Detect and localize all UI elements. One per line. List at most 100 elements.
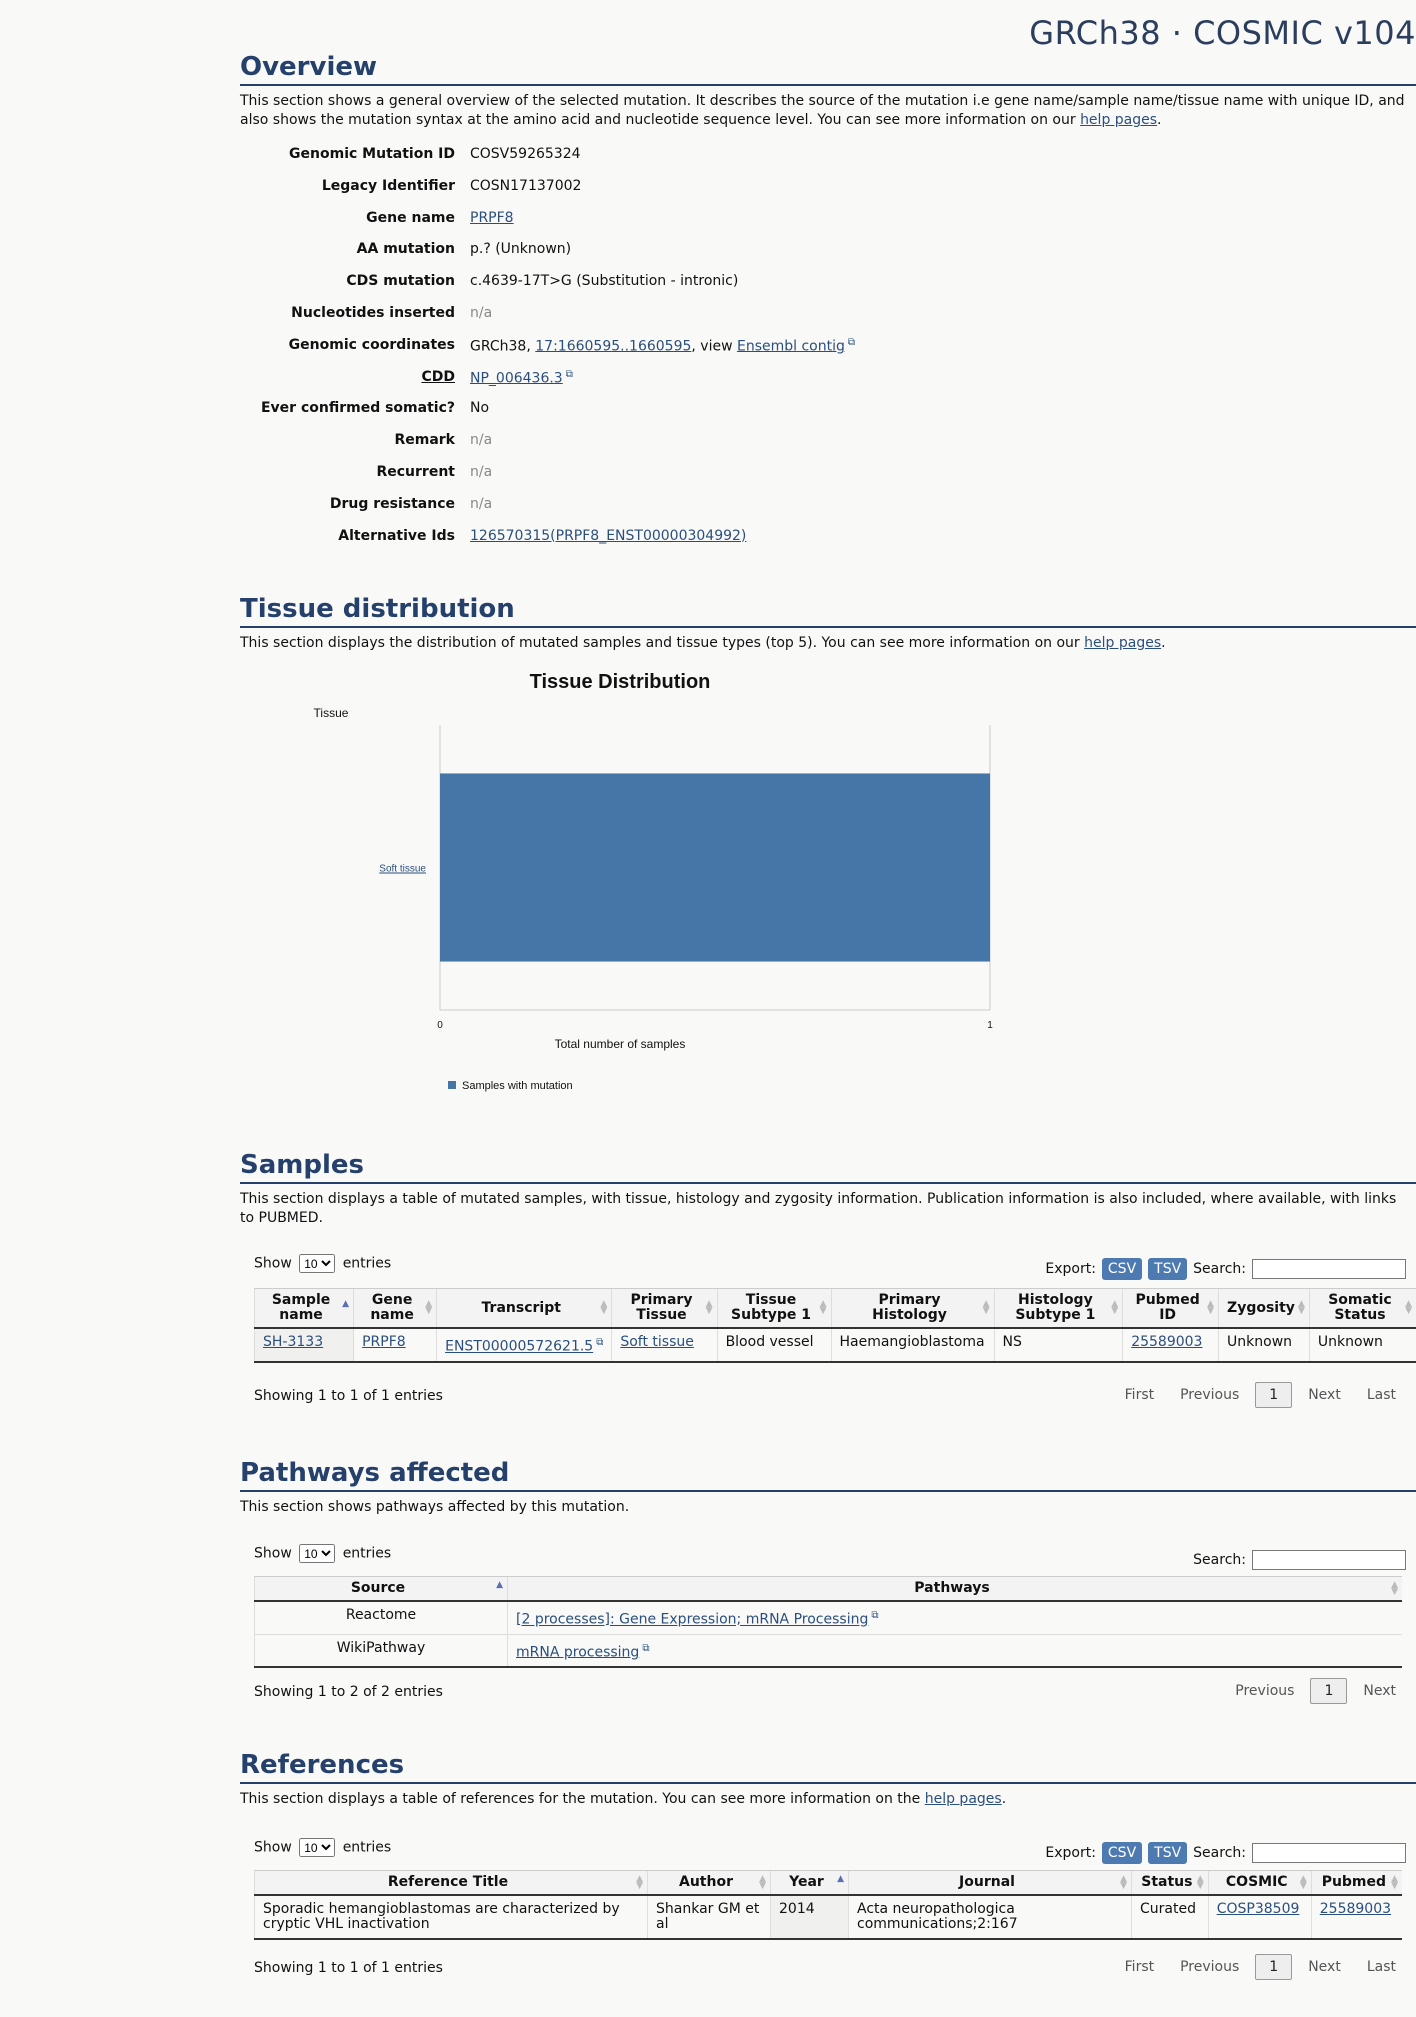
next-page-button[interactable]: Next xyxy=(1298,1383,1351,1407)
key-genomic-mutation-id: Genomic Mutation ID xyxy=(289,146,455,162)
previous-page-button[interactable]: Previous xyxy=(1225,1679,1304,1703)
gene-name-link[interactable]: PRPF8 xyxy=(470,210,514,226)
col-label: Primary Histology xyxy=(872,1292,947,1323)
cdd-link[interactable]: NP_006436.3 xyxy=(470,370,563,386)
cosmic-link[interactable]: COSP38509 xyxy=(1217,1901,1300,1917)
col-label: Author xyxy=(679,1874,733,1890)
col-histology-subtype[interactable]: Histology Subtype 1 ▲ ▼ xyxy=(993,1288,1123,1329)
last-page-button[interactable]: Last xyxy=(1357,1955,1406,1979)
key-cds-mutation: CDS mutation xyxy=(346,273,455,290)
value-aa-mutation: p.? (Unknown) xyxy=(470,241,572,258)
page-1-button[interactable]: 1 xyxy=(1255,1954,1293,1980)
pubmed-link[interactable]: 25589003 xyxy=(1131,1334,1202,1350)
col-transcript[interactable]: Transcript ▲ ▼ xyxy=(436,1288,612,1329)
col-label: COSMIC xyxy=(1225,1874,1288,1890)
col-zygosity[interactable]: Zygosity ▲ ▼ xyxy=(1218,1288,1310,1329)
pathway-link[interactable]: [2 processes]: Gene Expression; mRNA Pro… xyxy=(516,1612,868,1628)
col-reference-title[interactable]: Reference Title ▲ ▼ xyxy=(254,1870,648,1896)
sort-asc-icon: ▲ xyxy=(496,1579,503,1590)
tissue-link[interactable]: Soft tissue xyxy=(620,1334,694,1350)
sort-icon: ▲ ▼ xyxy=(1299,1873,1307,1891)
col-primary-tissue[interactable]: Primary Tissue ▲ ▼ xyxy=(611,1288,718,1329)
samples-page-length-select[interactable]: 10 xyxy=(299,1254,336,1273)
col-source[interactable]: Source ▲ xyxy=(254,1576,508,1602)
overview-heading: Overview xyxy=(240,52,1416,86)
export-label: Export: xyxy=(1045,1845,1096,1861)
gene-link[interactable]: PRPF8 xyxy=(362,1334,406,1350)
pathways-page-length-select[interactable]: 10 xyxy=(299,1544,336,1563)
export-tsv-button[interactable]: TSV xyxy=(1148,1258,1188,1280)
value-drug-resistance: n/a xyxy=(470,495,493,512)
col-year[interactable]: Year ▲ xyxy=(770,1870,849,1896)
tissue-description: This section displays the distribution o… xyxy=(240,634,1410,653)
transcript-link[interactable]: ENST00000572621.5 xyxy=(445,1339,593,1355)
sort-icon: ▲ ▼ xyxy=(1391,1579,1398,1597)
col-label: Histology Subtype 1 xyxy=(1015,1292,1096,1323)
col-pubmed[interactable]: Pubmed ▲ ▼ xyxy=(1310,1870,1402,1896)
chart-legend: Samples with mutation xyxy=(448,1080,573,1092)
col-author[interactable]: Author ▲ ▼ xyxy=(647,1870,771,1896)
key-gene-name: Gene name xyxy=(366,209,455,226)
search-label: Search: xyxy=(1193,1552,1246,1568)
show-label: Show xyxy=(254,1255,292,1272)
cdd-label: CDD xyxy=(421,368,455,385)
source-cell: Reactome xyxy=(254,1601,508,1635)
col-tissue-subtype[interactable]: Tissue Subtype 1 ▲ ▼ xyxy=(716,1288,831,1329)
page-1-button[interactable]: 1 xyxy=(1255,1382,1293,1408)
previous-page-button[interactable]: Previous xyxy=(1170,1383,1249,1407)
col-journal[interactable]: Journal ▲ ▼ xyxy=(848,1870,1132,1896)
tissue-section: Tissue distribution This section display… xyxy=(240,594,1416,1124)
references-page-length-select[interactable]: 10 xyxy=(299,1838,336,1857)
references-search-input[interactable] xyxy=(1252,1843,1406,1863)
col-primary-histology[interactable]: Primary Histology ▲ ▼ xyxy=(830,1288,994,1329)
col-gene-name[interactable]: Gene name ▲ ▼ xyxy=(353,1288,437,1329)
reference-title-cell: Sporadic hemangioblastomas are character… xyxy=(254,1895,648,1940)
first-page-button[interactable]: First xyxy=(1115,1383,1164,1407)
table-row: WikiPathway mRNA processing ⧉ xyxy=(254,1634,1402,1669)
pathways-description: This section shows pathways affected by … xyxy=(240,1499,630,1515)
previous-page-button[interactable]: Previous xyxy=(1170,1955,1249,1979)
sample-link[interactable]: SH-3133 xyxy=(263,1334,323,1350)
pathway-link[interactable]: mRNA processing xyxy=(516,1644,639,1660)
tissue-desc-text: This section displays the distribution o… xyxy=(240,635,1085,651)
chart-x-tick-label: 0 xyxy=(437,1020,443,1031)
references-heading: References xyxy=(240,1750,1416,1784)
chart-category-label[interactable]: Soft tissue xyxy=(379,864,426,875)
sort-icon: ▲ ▼ xyxy=(1207,1299,1215,1316)
show-label: Show xyxy=(254,1839,292,1856)
next-page-button[interactable]: Next xyxy=(1353,1679,1406,1703)
first-page-button[interactable]: First xyxy=(1115,1955,1164,1979)
col-pathways[interactable]: Pathways ▲ ▼ xyxy=(507,1576,1402,1602)
help-pages-link[interactable]: help pages xyxy=(925,1791,1002,1807)
page-1-button[interactable]: 1 xyxy=(1310,1678,1348,1704)
pathways-section: Pathways affected This section shows pat… xyxy=(240,1458,1416,1704)
overview-table: Genomic Mutation ID COSV59265324 Legacy I… xyxy=(240,146,855,559)
last-page-button[interactable]: Last xyxy=(1357,1383,1406,1407)
pathways-search-input[interactable] xyxy=(1252,1550,1406,1570)
table-row: Sporadic hemangioblastomas are character… xyxy=(254,1895,1402,1940)
pubmed-link[interactable]: 25589003 xyxy=(1320,1901,1391,1917)
samples-length-control: Show 10 entries xyxy=(254,1254,391,1273)
col-sample-name[interactable]: Sample name ▲ xyxy=(253,1288,354,1329)
coordinates-link[interactable]: 17:1660595..1660595 xyxy=(535,338,691,354)
sort-icon: ▲ ▼ xyxy=(759,1873,766,1891)
alternative-id-link[interactable]: 126570315(PRPF8_ENST00000304992) xyxy=(470,528,746,544)
references-description: This section displays a table of referen… xyxy=(240,1790,1410,1809)
value-genomic-mutation-id: COSV59265324 xyxy=(470,146,581,162)
help-pages-link[interactable]: help pages xyxy=(1084,635,1161,651)
export-csv-button[interactable]: CSV xyxy=(1101,1842,1143,1864)
col-pubmed-id[interactable]: Pubmed ID ▲ ▼ xyxy=(1122,1288,1219,1329)
col-cosmic[interactable]: COSMIC ▲ ▼ xyxy=(1207,1870,1312,1896)
next-page-button[interactable]: Next xyxy=(1298,1955,1351,1979)
export-csv-button[interactable]: CSV xyxy=(1101,1258,1143,1280)
col-status[interactable]: Status ▲ ▼ xyxy=(1131,1870,1209,1896)
col-somatic-status[interactable]: Somatic Status ▲ ▼ xyxy=(1308,1288,1416,1329)
export-tsv-button[interactable]: TSV xyxy=(1148,1842,1188,1864)
samples-pagination: First Previous 1 Next Last xyxy=(1115,1382,1406,1408)
tissue-heading: Tissue distribution xyxy=(240,594,1416,628)
references-pagination: First Previous 1 Next Last xyxy=(1115,1954,1406,1980)
ensembl-contig-link[interactable]: Ensembl contig xyxy=(737,338,845,354)
help-pages-link[interactable]: help pages xyxy=(1080,112,1157,128)
sort-icon: ▲ ▼ xyxy=(636,1873,643,1891)
samples-search-input[interactable] xyxy=(1252,1259,1406,1279)
